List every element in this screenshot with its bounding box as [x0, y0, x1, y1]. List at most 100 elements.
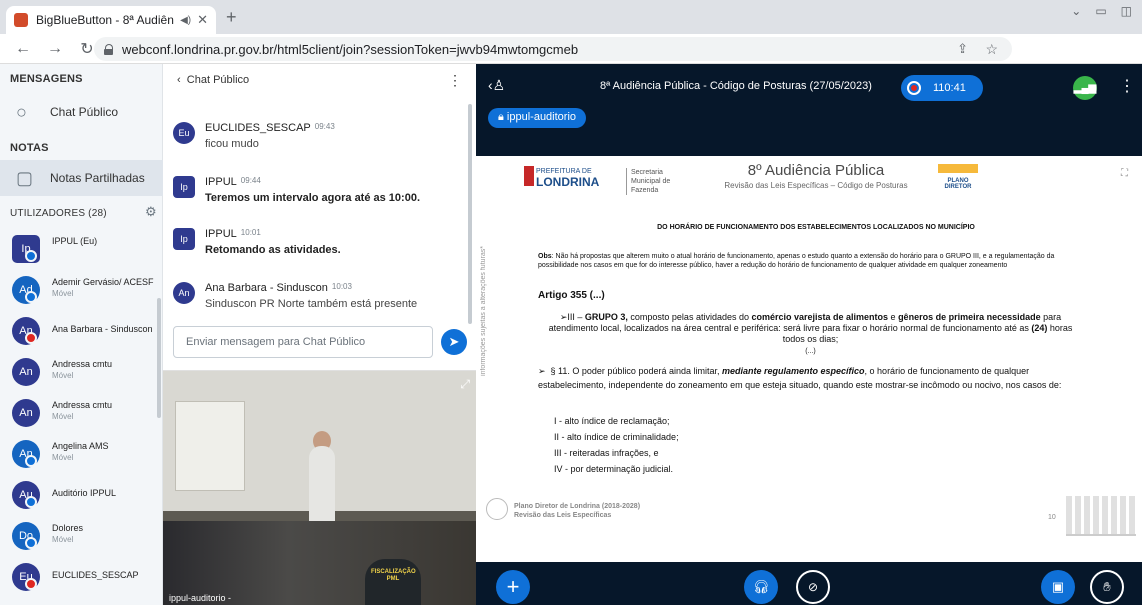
presenter-name: ippul-auditorio	[506, 111, 577, 123]
user-name: Angelina AMS	[52, 441, 109, 451]
vest-text: FISCALIZAÇÃO PML	[371, 569, 416, 582]
webcam-button[interactable]: ⊘	[796, 570, 830, 604]
chat-panel: ‹ Chat Público ⋮ Eu EUCLIDES_SESCAP 09:43…	[163, 64, 476, 370]
options-menu-icon[interactable]: ⋮	[1119, 76, 1135, 96]
slide-obs: Obs: Não há propostas que alterem muito …	[538, 252, 1078, 270]
chat-message-input[interactable]: Enviar mensagem para Chat Público	[173, 326, 433, 358]
public-chat-item[interactable]: ○ Chat Público	[0, 94, 163, 130]
connection-status-icon[interactable]: ▂▄▆	[1073, 76, 1097, 100]
forward-icon[interactable]: →	[46, 40, 64, 58]
p1-ellipsis: (...)	[805, 348, 816, 355]
tab-search-icon[interactable]: ⌄	[1071, 4, 1081, 18]
user-name: Dolores	[52, 523, 84, 533]
skyline-graphic	[1066, 496, 1136, 536]
user-list-scrollbar[interactable]	[157, 298, 161, 418]
message-author: IPPUL 10:01	[205, 228, 261, 240]
londrina-crest-icon	[524, 166, 534, 186]
webcam-board	[175, 401, 245, 491]
message-text: Teremos um intervalo agora até as 10:00.	[205, 192, 420, 204]
avatar: Eu	[173, 122, 195, 144]
footer-line1: Plano Diretor de Londrina (2018-2028)	[514, 503, 641, 510]
actions-button[interactable]: +	[496, 570, 530, 604]
bookmark-star-icon[interactable]: ☆	[985, 41, 998, 58]
user-device: Móvel	[52, 371, 74, 380]
user-name: EUCLIDES_SESCAP	[52, 570, 139, 580]
send-icon: ➤	[448, 334, 460, 349]
user-row[interactable]: Ad Ademir Gervásio/ ACESF Móvel	[0, 269, 163, 310]
user-row[interactable]: Do Dolores Móvel	[0, 515, 163, 556]
author-name: IPPUL	[205, 228, 237, 240]
user-row[interactable]: Ip IPPUL (Eu)	[0, 228, 163, 269]
share-icon[interactable]: ⇪	[957, 41, 968, 57]
user-row[interactable]: An Andressa cmtu Móvel	[0, 351, 163, 392]
fullscreen-slide-icon[interactable]: ⛶	[1121, 168, 1128, 179]
headphones-icon: 🎧︎	[752, 579, 770, 594]
user-device: Móvel	[52, 453, 74, 462]
presentation-area: ‹♙ 8ª Audiência Pública - Código de Post…	[476, 64, 1142, 605]
user-row[interactable]: An Ana Barbara - Sinduscon	[0, 310, 163, 351]
url-field[interactable]: webconf.londrina.pr.gov.br/html5client/j…	[94, 37, 1012, 61]
chat-options-icon[interactable]: ⋮	[448, 72, 462, 89]
browser-tab[interactable]: BigBlueButton - 8ª Audiênci ◀︎) ✕	[6, 6, 216, 34]
raise-hand-button[interactable]: ✋︎	[1090, 570, 1124, 604]
browser-tab-bar: BigBlueButton - 8ª Audiênci ◀︎) ✕ + ⌄ ▭ …	[0, 0, 1142, 34]
address-bar: ← → ↻ webconf.londrina.pr.gov.br/html5cl…	[0, 34, 1142, 94]
recording-indicator[interactable]: 110:41	[901, 75, 983, 101]
p2-b: mediante regulamento específico	[722, 366, 865, 376]
chat-bubble-icon: ○	[16, 102, 27, 122]
new-tab-icon[interactable]: +	[226, 7, 237, 28]
slide-list-item: I - alto índice de reclamação;	[554, 416, 670, 426]
microphone-icon	[25, 250, 37, 262]
maximize-icon[interactable]: ◫	[1121, 4, 1132, 18]
speaker-icon[interactable]: ◀︎)	[180, 15, 191, 26]
microphone-icon	[25, 291, 37, 303]
toggle-user-list-icon[interactable]: ‹♙	[488, 77, 505, 94]
user-device: Móvel	[52, 412, 74, 421]
message-author: IPPUL 09:44	[205, 176, 261, 188]
user-name: IPPUL (Eu)	[52, 236, 98, 246]
fullscreen-icon[interactable]: ⤢	[460, 377, 470, 392]
message-time: 10:03	[331, 282, 352, 291]
webcam-label: ippul-auditorio -	[169, 593, 232, 603]
avatar: An	[12, 358, 40, 386]
user-row[interactable]: Eu EUCLIDES_SESCAP	[0, 556, 163, 597]
user-name: Andressa cmtu	[52, 400, 113, 410]
author-name: IPPUL	[205, 176, 237, 188]
presenter-pill[interactable]: 🔒︎ ippul-auditorio	[488, 108, 587, 128]
footer-line2: Revisão das Leis Específicas	[514, 512, 612, 519]
p1-a: III –	[567, 312, 585, 322]
user-row[interactable]: An Andressa cmtu Móvel	[0, 392, 163, 433]
message-text: Sinduscon PR Norte também está presente	[205, 298, 418, 310]
avatar: Ip	[173, 176, 195, 198]
close-tab-icon[interactable]: ✕	[197, 12, 208, 28]
gear-icon[interactable]: ⚙	[145, 204, 157, 220]
shared-notes-item[interactable]: ▢ Notas Partilhadas	[0, 160, 163, 196]
chat-header[interactable]: ‹ Chat Público	[177, 74, 249, 86]
presentation-slide: PREFEITURA DE LONDRINA Secretaria Munici…	[476, 156, 1142, 562]
slide-heading: DO HORÁRIO DE FUNCIONAMENTO DOS ESTABELE…	[657, 224, 975, 231]
user-name: Andressa cmtu	[52, 359, 113, 369]
send-message-button[interactable]: ➤	[441, 329, 467, 355]
user-row[interactable]: An Angelina AMS Móvel	[0, 433, 163, 474]
microphone-icon	[25, 496, 37, 508]
slide-title: 8º Audiência Pública	[747, 162, 885, 179]
back-icon[interactable]: ←	[14, 40, 32, 58]
presentation-button[interactable]: ▣	[1041, 570, 1075, 604]
user-row[interactable]: Au Auditório IPPUL	[0, 474, 163, 515]
meeting-title: 8ª Audiência Pública - Código de Postura…	[600, 80, 872, 92]
minimize-icon[interactable]: ▭	[1095, 4, 1106, 18]
secretaria-label: Secretaria Municipal de Fazenda	[626, 168, 681, 195]
author-name: Ana Barbara - Sinduscon	[205, 282, 328, 294]
lock-icon[interactable]	[104, 43, 114, 55]
chat-scrollbar[interactable]	[468, 104, 472, 324]
audio-button[interactable]: 🎧︎	[744, 570, 778, 604]
plano-diretor-logo: PLANO DIRETOR	[938, 164, 978, 190]
slide-subtitle: Revisão das Leis Específicas – Código de…	[724, 181, 908, 190]
p1-f: gêneros de primeira necessidade	[898, 312, 1041, 322]
p1-c: composto pelas atividades do	[627, 312, 752, 322]
p1-h: (24)	[1031, 323, 1048, 333]
bigbluebutton-favicon-icon	[14, 13, 28, 27]
message-time: 09:44	[240, 176, 261, 185]
muted-microphone-icon	[25, 578, 37, 590]
webcam-video[interactable]: FISCALIZAÇÃO PML ⤢ ippul-auditorio -	[163, 370, 476, 605]
